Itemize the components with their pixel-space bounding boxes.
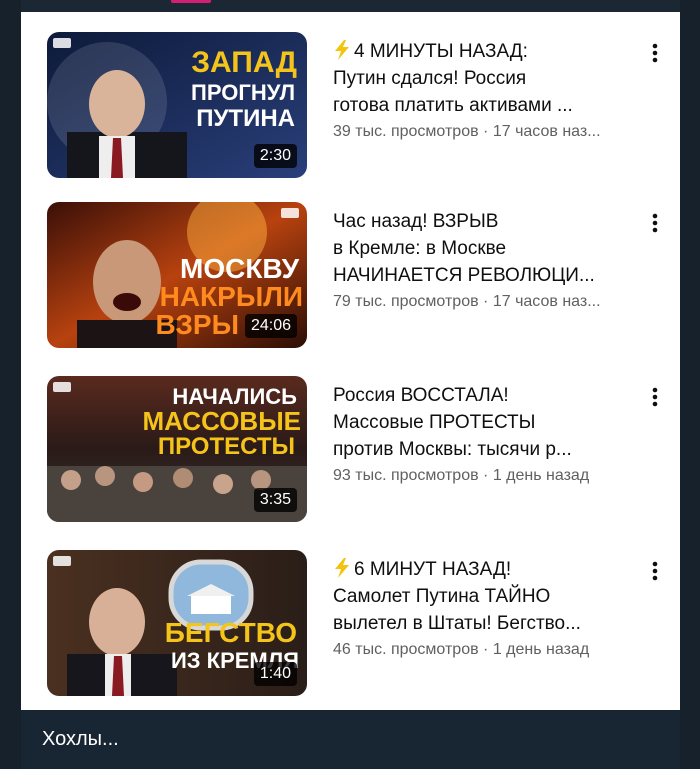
top-accent-stripe xyxy=(171,0,211,3)
video-list-item[interactable]: ЗАПАД ПРОГНУЛ ПУТИНА 2:30 4 МИНУТЫ НАЗАД… xyxy=(47,32,667,178)
video-list-item[interactable]: НАЧАЛИСЬ МАССОВЫЕ ПРОТЕСТЫ 3:35 Россия В… xyxy=(47,376,667,522)
video-duration: 2:30 xyxy=(253,144,297,168)
video-info[interactable]: Россия ВОССТАЛА! Массовые ПРОТЕСТЫ проти… xyxy=(333,382,633,487)
thumbnail-headline-1: МОСКВУ xyxy=(180,253,300,284)
meta-separator: · xyxy=(483,467,489,484)
lightning-icon xyxy=(335,40,349,60)
upload-age: 1 день назад xyxy=(492,641,590,658)
view-count: 39 тыс. просмотров xyxy=(333,123,479,140)
meta-separator: · xyxy=(483,641,489,658)
video-list-item[interactable]: МОСКВУ НАКРЫЛИ ВЗРЫ 24:06 Час назад! ВЗР… xyxy=(47,202,667,348)
video-thumbnail[interactable]: БЕГСТВО ИЗ КРЕМЛЯ 1:40 xyxy=(47,550,307,696)
thumbnail-headline-3: ПРОТЕСТЫ xyxy=(158,433,295,460)
message-top-edge xyxy=(21,0,680,12)
video-title-text: Россия ВОССТАЛА! Массовые ПРОТЕСТЫ проти… xyxy=(333,385,572,460)
meta-separator: · xyxy=(483,123,489,140)
message-caption-bar: Хохлы... xyxy=(21,710,680,769)
video-meta: 93 тыс. просмотров · 1 день назад xyxy=(333,465,663,487)
video-list-item[interactable]: БЕГСТВО ИЗ КРЕМЛЯ 1:40 6 МИНУТ НАЗАД! Са… xyxy=(47,550,667,696)
video-meta: 39 тыс. просмотров · 17 часов наз... xyxy=(333,121,663,143)
video-thumbnail[interactable]: МОСКВУ НАКРЫЛИ ВЗРЫ 24:06 xyxy=(47,202,307,348)
view-count: 46 тыс. просмотров xyxy=(333,641,479,658)
video-thumbnail[interactable]: ЗАПАД ПРОГНУЛ ПУТИНА 2:30 xyxy=(47,32,307,178)
thumbnail-headline-2: МАССОВЫЕ xyxy=(143,406,302,436)
video-duration: 3:35 xyxy=(253,488,297,512)
video-title[interactable]: 6 МИНУТ НАЗАД! Самолет Путина ТАЙНО выле… xyxy=(333,556,633,637)
thumbnail-headline-1: ЗАПАД xyxy=(191,46,297,79)
thumbnail-headline-2: ПРОГНУЛ xyxy=(191,80,295,105)
thumbnail-headline-3: ПУТИНА xyxy=(196,105,295,132)
video-title-text: 6 МИНУТ НАЗАД! Самолет Путина ТАЙНО выле… xyxy=(333,559,581,634)
video-info[interactable]: 4 МИНУТЫ НАЗАД: Путин сдался! Россия гот… xyxy=(333,38,633,143)
video-title[interactable]: 4 МИНУТЫ НАЗАД: Путин сдался! Россия гот… xyxy=(333,38,633,119)
more-options-icon[interactable] xyxy=(650,42,660,64)
upload-age: 17 часов наз... xyxy=(492,123,601,140)
more-options-icon[interactable] xyxy=(650,386,660,408)
meta-separator: · xyxy=(483,293,489,310)
video-meta: 46 тыс. просмотров · 1 день назад xyxy=(333,639,663,661)
upload-age: 1 день назад xyxy=(492,467,590,484)
video-title[interactable]: Россия ВОССТАЛА! Массовые ПРОТЕСТЫ проти… xyxy=(333,382,633,463)
video-info[interactable]: 6 МИНУТ НАЗАД! Самолет Путина ТАЙНО выле… xyxy=(333,556,633,661)
thumbnail-headline-3: ВЗРЫ xyxy=(156,309,239,340)
shared-screenshot[interactable]: ЗАПАД ПРОГНУЛ ПУТИНА 2:30 4 МИНУТЫ НАЗАД… xyxy=(21,12,680,710)
view-count: 79 тыс. просмотров xyxy=(333,293,479,310)
video-info[interactable]: Час назад! ВЗРЫВ в Кремле: в Москве НАЧИ… xyxy=(333,208,633,313)
video-meta: 79 тыс. просмотров · 17 часов наз... xyxy=(333,291,663,313)
video-thumbnail[interactable]: НАЧАЛИСЬ МАССОВЫЕ ПРОТЕСТЫ 3:35 xyxy=(47,376,307,522)
lightning-icon xyxy=(335,558,349,578)
video-duration: 1:40 xyxy=(253,662,297,686)
more-options-icon[interactable] xyxy=(650,560,660,582)
more-options-icon[interactable] xyxy=(650,212,660,234)
video-title[interactable]: Час назад! ВЗРЫВ в Кремле: в Москве НАЧИ… xyxy=(333,208,633,289)
thumbnail-headline-1: БЕГСТВО xyxy=(165,617,297,648)
upload-age: 17 часов наз... xyxy=(492,293,601,310)
message-caption[interactable]: Хохлы... xyxy=(42,725,119,753)
video-title-text: 4 МИНУТЫ НАЗАД: Путин сдался! Россия гот… xyxy=(333,41,573,116)
view-count: 93 тыс. просмотров xyxy=(333,467,479,484)
video-duration: 24:06 xyxy=(244,314,297,338)
thumbnail-headline-2: НАКРЫЛИ xyxy=(160,281,303,312)
video-title-text: Час назад! ВЗРЫВ в Кремле: в Москве НАЧИ… xyxy=(333,211,595,286)
